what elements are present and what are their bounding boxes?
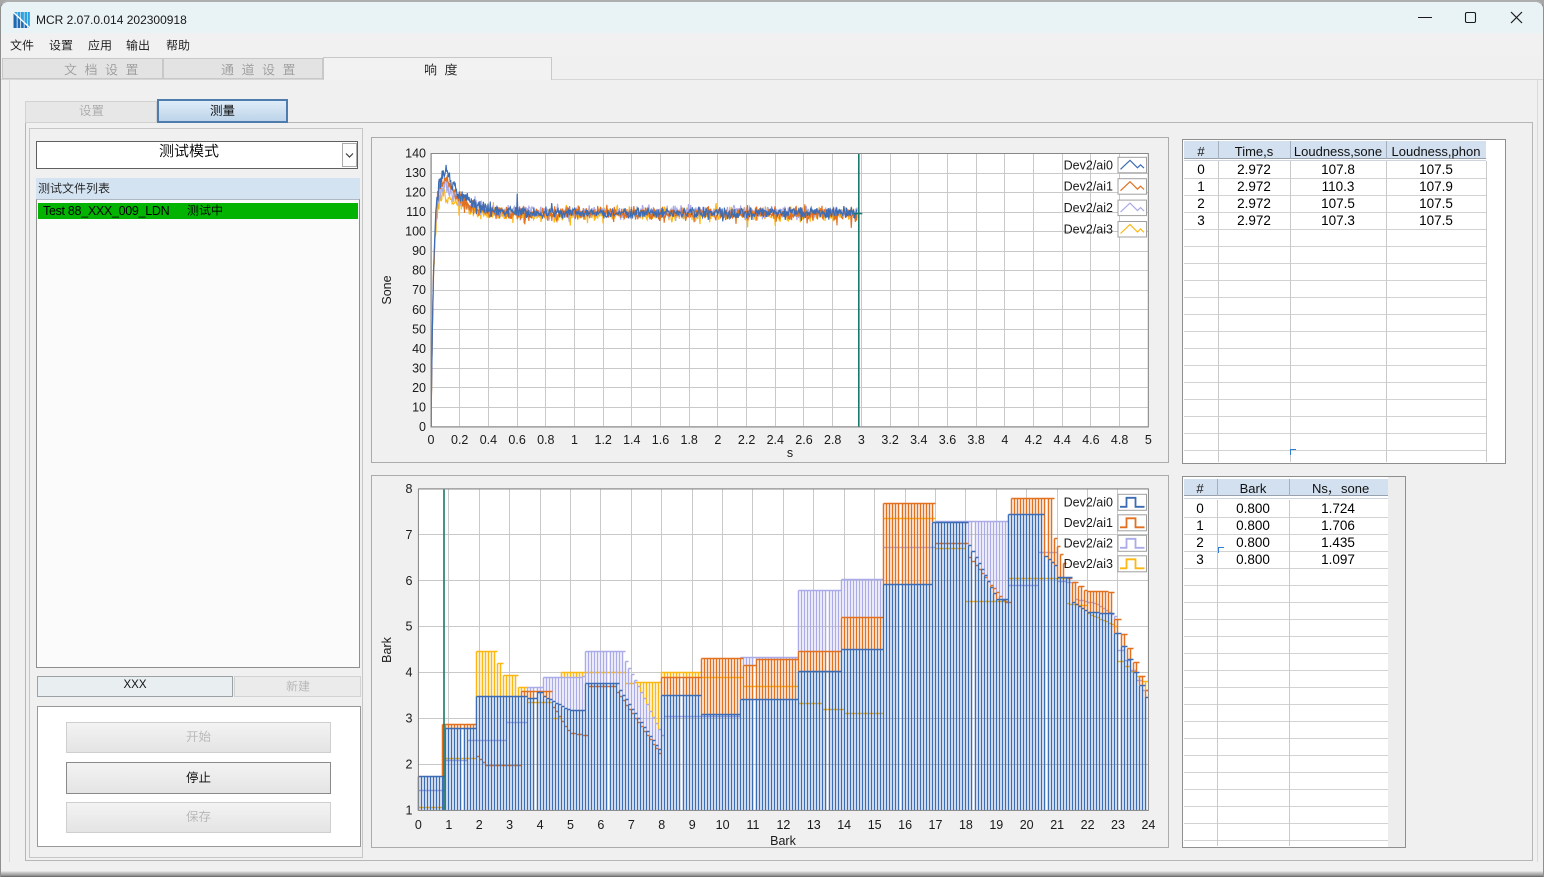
svg-text:7: 7 bbox=[405, 528, 412, 542]
svg-text:4: 4 bbox=[405, 666, 412, 680]
svg-text:70: 70 bbox=[412, 283, 426, 297]
svg-text:23: 23 bbox=[1111, 818, 1125, 832]
svg-text:12: 12 bbox=[776, 818, 790, 832]
svg-text:Dev2/ai1: Dev2/ai1 bbox=[1064, 516, 1113, 530]
svg-text:60: 60 bbox=[412, 303, 426, 317]
svg-text:0.4: 0.4 bbox=[480, 433, 497, 447]
svg-text:16: 16 bbox=[898, 818, 912, 832]
svg-text:22: 22 bbox=[1081, 818, 1095, 832]
svg-text:3: 3 bbox=[405, 712, 412, 726]
svg-text:3.4: 3.4 bbox=[910, 433, 927, 447]
svg-text:6: 6 bbox=[597, 818, 604, 832]
svg-text:0: 0 bbox=[419, 420, 426, 434]
svg-text:0.6: 0.6 bbox=[508, 433, 525, 447]
svg-text:7: 7 bbox=[628, 818, 635, 832]
svg-text:19: 19 bbox=[989, 818, 1003, 832]
svg-text:Bark: Bark bbox=[770, 834, 796, 848]
svg-text:100: 100 bbox=[405, 225, 426, 239]
svg-text:3: 3 bbox=[506, 818, 513, 832]
svg-text:s: s bbox=[787, 446, 793, 460]
svg-text:2: 2 bbox=[405, 758, 412, 772]
svg-text:90: 90 bbox=[412, 244, 426, 258]
svg-text:10: 10 bbox=[716, 818, 730, 832]
svg-text:Dev2/ai1: Dev2/ai1 bbox=[1064, 180, 1113, 194]
svg-text:Dev2/ai3: Dev2/ai3 bbox=[1064, 223, 1113, 237]
svg-text:9: 9 bbox=[689, 818, 696, 832]
svg-text:Dev2/ai2: Dev2/ai2 bbox=[1064, 536, 1113, 550]
svg-text:21: 21 bbox=[1050, 818, 1064, 832]
svg-text:2.2: 2.2 bbox=[738, 433, 755, 447]
svg-text:120: 120 bbox=[405, 186, 426, 200]
svg-text:30: 30 bbox=[412, 361, 426, 375]
svg-text:1.2: 1.2 bbox=[595, 433, 612, 447]
svg-text:3: 3 bbox=[858, 433, 865, 447]
svg-text:14: 14 bbox=[837, 818, 851, 832]
svg-text:8: 8 bbox=[405, 482, 412, 496]
svg-text:2.6: 2.6 bbox=[795, 433, 812, 447]
svg-text:Sone: Sone bbox=[380, 275, 394, 304]
svg-text:5: 5 bbox=[1145, 433, 1152, 447]
svg-text:20: 20 bbox=[1020, 818, 1034, 832]
svg-text:15: 15 bbox=[868, 818, 882, 832]
svg-text:18: 18 bbox=[959, 818, 973, 832]
svg-text:110: 110 bbox=[406, 205, 426, 219]
svg-text:1: 1 bbox=[445, 818, 452, 832]
svg-text:11: 11 bbox=[747, 818, 760, 832]
svg-text:Dev2/ai2: Dev2/ai2 bbox=[1064, 201, 1113, 215]
svg-text:2.4: 2.4 bbox=[767, 433, 784, 447]
svg-text:17: 17 bbox=[929, 818, 943, 832]
svg-text:1: 1 bbox=[571, 433, 578, 447]
svg-text:2: 2 bbox=[714, 433, 721, 447]
svg-text:4.8: 4.8 bbox=[1111, 433, 1128, 447]
svg-text:1.8: 1.8 bbox=[681, 433, 698, 447]
svg-text:140: 140 bbox=[405, 147, 426, 161]
svg-text:0: 0 bbox=[415, 818, 422, 832]
svg-text:0.2: 0.2 bbox=[451, 433, 468, 447]
svg-text:8: 8 bbox=[658, 818, 665, 832]
svg-text:130: 130 bbox=[405, 166, 426, 180]
svg-text:1.6: 1.6 bbox=[652, 433, 669, 447]
svg-text:80: 80 bbox=[412, 264, 426, 278]
svg-text:4.4: 4.4 bbox=[1054, 433, 1071, 447]
svg-text:3.8: 3.8 bbox=[967, 433, 984, 447]
svg-text:3.2: 3.2 bbox=[881, 433, 898, 447]
svg-text:24: 24 bbox=[1141, 818, 1155, 832]
svg-text:Bark: Bark bbox=[380, 636, 394, 662]
svg-text:4: 4 bbox=[537, 818, 544, 832]
svg-text:4: 4 bbox=[1001, 433, 1008, 447]
svg-text:1.4: 1.4 bbox=[623, 433, 640, 447]
svg-text:5: 5 bbox=[567, 818, 574, 832]
svg-text:4.6: 4.6 bbox=[1082, 433, 1099, 447]
svg-text:13: 13 bbox=[807, 818, 821, 832]
svg-text:Dev2/ai3: Dev2/ai3 bbox=[1064, 557, 1113, 571]
svg-text:50: 50 bbox=[412, 322, 426, 336]
svg-text:3.6: 3.6 bbox=[939, 433, 956, 447]
svg-text:6: 6 bbox=[405, 574, 412, 588]
svg-text:Dev2/ai0: Dev2/ai0 bbox=[1064, 495, 1113, 509]
svg-text:0: 0 bbox=[428, 433, 435, 447]
svg-text:4.2: 4.2 bbox=[1025, 433, 1042, 447]
svg-text:5: 5 bbox=[405, 620, 412, 634]
svg-text:0.8: 0.8 bbox=[537, 433, 554, 447]
svg-text:2.8: 2.8 bbox=[824, 433, 841, 447]
svg-text:1: 1 bbox=[405, 803, 412, 817]
svg-text:20: 20 bbox=[412, 381, 426, 395]
svg-text:2: 2 bbox=[476, 818, 483, 832]
svg-text:40: 40 bbox=[412, 342, 426, 356]
svg-text:10: 10 bbox=[412, 401, 426, 415]
svg-text:Dev2/ai0: Dev2/ai0 bbox=[1064, 158, 1113, 172]
